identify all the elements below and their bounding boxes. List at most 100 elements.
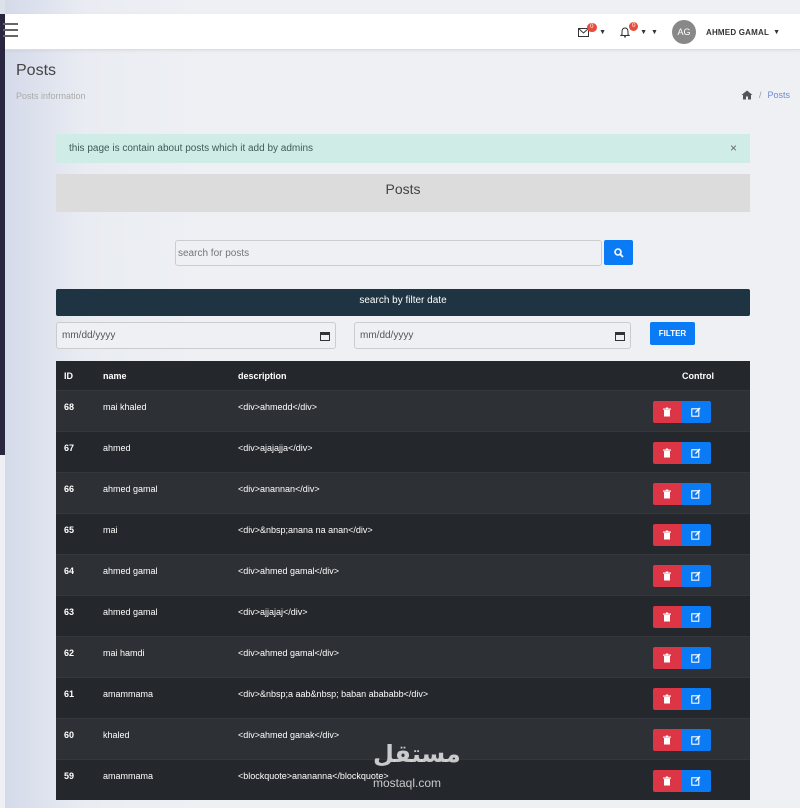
delete-button[interactable] [653, 647, 681, 669]
edit-icon [691, 612, 701, 622]
notifications-badge: 0 [629, 21, 639, 31]
cell-name: ahmed gamal [103, 484, 158, 494]
edit-button[interactable] [681, 401, 711, 423]
header-name: name [103, 370, 127, 381]
posts-header: Posts [56, 174, 750, 212]
cell-control [642, 686, 750, 710]
delete-button[interactable] [653, 483, 681, 505]
cell-id: 65 [64, 525, 75, 535]
edit-icon [691, 448, 701, 458]
cell-description: <div>ahmed ganak</div> [238, 730, 340, 740]
search-bar [175, 240, 633, 266]
cell-description: <div>&nbsp;a aab&nbsp; baban abababb</di… [238, 689, 429, 699]
search-button[interactable] [604, 240, 633, 265]
cell-control [642, 563, 750, 587]
delete-button[interactable] [653, 442, 681, 464]
table-header: ID name description Control [56, 361, 750, 390]
delete-button[interactable] [653, 770, 681, 792]
cell-id: 61 [64, 689, 75, 699]
close-icon[interactable]: × [730, 141, 737, 155]
delete-button[interactable] [653, 606, 681, 628]
trash-icon [662, 776, 672, 786]
trash-icon [662, 489, 672, 499]
edit-icon [691, 571, 701, 581]
user-menu[interactable]: AHMED GAMAL ▼ [706, 28, 780, 37]
messages-dropdown[interactable]: 0 ▼ [578, 22, 606, 37]
trash-icon [662, 735, 672, 745]
cell-name: mai khaled [103, 402, 147, 412]
trash-icon [662, 571, 672, 581]
delete-button[interactable] [653, 401, 681, 423]
calendar-icon[interactable] [615, 331, 625, 341]
table-row: 64 ahmed gamal <div>ahmed gamal</div> [56, 554, 750, 595]
trash-icon [662, 530, 672, 540]
alert-text: this page is contain about posts which i… [69, 143, 314, 154]
trash-icon [662, 612, 672, 622]
home-icon[interactable] [741, 90, 753, 100]
table-row: 62 mai hamdi <div>ahmed gamal</div> [56, 636, 750, 677]
cell-name: amammama [103, 689, 154, 699]
edit-button[interactable] [681, 442, 711, 464]
cell-control [642, 604, 750, 628]
messages-badge: 0 [587, 22, 597, 32]
watermark-logo: مستقل [373, 741, 461, 768]
breadcrumb-separator: / [758, 90, 762, 100]
delete-button[interactable] [653, 565, 681, 587]
edit-button[interactable] [681, 524, 711, 546]
navbar-right: 0 ▼ 0 ▼ ▼ AG AHMED GAMAL ▼ [578, 20, 780, 44]
breadcrumb-current[interactable]: Posts [767, 90, 790, 100]
edit-icon [691, 407, 701, 417]
edit-button[interactable] [681, 483, 711, 505]
filter-date-bar: search by filter date [56, 289, 750, 316]
cell-control [642, 768, 750, 792]
cell-description: <div>&nbsp;anana na anan</div> [238, 525, 373, 535]
cell-name: mai hamdi [103, 648, 145, 658]
breadcrumb: / Posts [741, 90, 790, 100]
notifications-dropdown[interactable]: 0 ▼ ▼ [620, 21, 658, 38]
filter-button[interactable]: FILTER [650, 322, 695, 345]
edit-icon [691, 776, 701, 786]
cell-id: 62 [64, 648, 75, 658]
calendar-icon[interactable] [320, 331, 330, 341]
edit-button[interactable] [681, 688, 711, 710]
table-row: 68 mai khaled <div>ahmedd</div> [56, 390, 750, 431]
edit-icon [691, 735, 701, 745]
date-to-input[interactable]: mm/dd/yyyy [354, 322, 631, 349]
edit-button[interactable] [681, 606, 711, 628]
search-input[interactable] [175, 240, 602, 266]
edit-icon [691, 653, 701, 663]
cell-description: <div>ajjajaj</div> [238, 607, 308, 617]
table-row: 63 ahmed gamal <div>ajjajaj</div> [56, 595, 750, 636]
cell-id: 68 [64, 402, 75, 412]
delete-button[interactable] [653, 688, 681, 710]
edit-icon [691, 694, 701, 704]
table-row: 61 amammama <div>&nbsp;a aab&nbsp; baban a… [56, 677, 750, 718]
cell-control [642, 727, 750, 751]
edit-button[interactable] [681, 565, 711, 587]
date-from-input[interactable]: mm/dd/yyyy [56, 322, 336, 349]
edit-button[interactable] [681, 770, 711, 792]
caret-down-icon: ▼ [640, 28, 648, 36]
header-control: Control [682, 370, 714, 381]
cell-id: 60 [64, 730, 75, 740]
avatar[interactable]: AG [671, 20, 696, 44]
edit-button[interactable] [681, 647, 711, 669]
cell-description: <div>anannan</div> [238, 484, 320, 494]
menu-toggle-icon[interactable] [3, 23, 18, 37]
cell-name: ahmed [103, 443, 131, 453]
edit-icon [691, 530, 701, 540]
caret-down-icon: ▼ [773, 28, 780, 36]
cell-name: ahmed gamal [103, 607, 158, 617]
trash-icon [662, 448, 672, 458]
table-row: 66 ahmed gamal <div>anannan</div> [56, 472, 750, 513]
edit-button[interactable] [681, 729, 711, 751]
trash-icon [662, 653, 672, 663]
cell-control [642, 481, 750, 505]
delete-button[interactable] [653, 524, 681, 546]
page-title: Posts [16, 62, 57, 79]
table-row: 67 ahmed <div>ajajajja</div> [56, 431, 750, 472]
edit-icon [691, 489, 701, 499]
cell-name: khaled [103, 730, 130, 740]
delete-button[interactable] [653, 729, 681, 751]
header-id: ID [64, 370, 73, 381]
